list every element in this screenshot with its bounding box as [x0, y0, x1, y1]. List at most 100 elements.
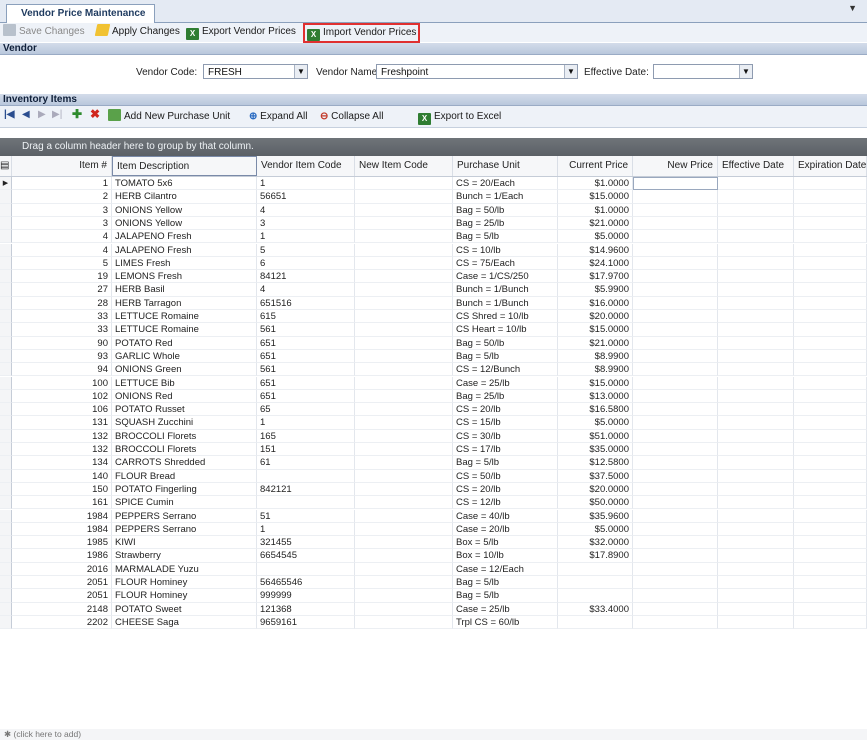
save-changes-button[interactable]: Save Changes: [3, 24, 85, 40]
expiration-date-cell[interactable]: [794, 443, 867, 457]
table-row[interactable]: 1984 PEPPERS Serrano 51 Case = 40/lb $35.960…: [0, 509, 867, 523]
new-price-cell[interactable]: [633, 429, 718, 443]
row-selector[interactable]: [0, 190, 12, 204]
current-price-cell[interactable]: $35.9600: [558, 509, 633, 523]
item-description-cell[interactable]: SPICE Cumin: [112, 496, 257, 510]
new-item-code-cell[interactable]: [355, 216, 453, 231]
group-by-panel[interactable]: Drag a column header here to group by th…: [0, 138, 867, 156]
item-number-cell[interactable]: 33: [12, 310, 112, 324]
effective-date-cell[interactable]: [718, 403, 794, 417]
item-description-cell[interactable]: BROCCOLI Florets: [112, 429, 257, 443]
current-price-cell[interactable]: [558, 589, 633, 603]
effective-date-cell[interactable]: [718, 336, 794, 350]
item-description-cell[interactable]: PEPPERS Serrano: [112, 522, 257, 537]
current-price-cell[interactable]: $15.0000: [558, 323, 633, 337]
item-number-cell[interactable]: 132: [12, 443, 112, 457]
table-row[interactable]: 2 HERB Cilantro 56651 Bunch = 1/Each $15.000…: [0, 190, 867, 204]
effective-date-cell[interactable]: [718, 283, 794, 297]
current-price-cell[interactable]: $5.0000: [558, 230, 633, 244]
row-selector[interactable]: [0, 562, 12, 576]
item-number-cell[interactable]: 4: [12, 243, 112, 257]
effective-date-cell[interactable]: [718, 310, 794, 324]
row-selector[interactable]: [0, 429, 12, 443]
row-selector[interactable]: [0, 443, 12, 457]
table-row[interactable]: 140 FLOUR Bread CS = 50/lb $37.5000: [0, 469, 867, 483]
table-row[interactable]: 33 LETTUCE Romaine 615 CS Shred = 10/lb $20.…: [0, 310, 867, 324]
new-price-cell[interactable]: [633, 190, 718, 204]
purchase-unit-cell[interactable]: CS = 17/lb: [453, 443, 558, 457]
table-row[interactable]: 134 CARROTS Shredded 61 Bag = 5/lb $12.5800: [0, 456, 867, 470]
item-number-cell[interactable]: 161: [12, 496, 112, 510]
effective-date-cell[interactable]: [718, 416, 794, 430]
item-number-cell[interactable]: 102: [12, 389, 112, 404]
new-price-cell[interactable]: [633, 349, 718, 364]
effective-date-cell[interactable]: [718, 389, 794, 404]
column-header-current-price[interactable]: Current Price: [558, 156, 633, 176]
expiration-date-cell[interactable]: [794, 216, 867, 231]
purchase-unit-cell[interactable]: CS = 50/lb: [453, 469, 558, 483]
effective-date-cell[interactable]: [718, 256, 794, 271]
collapse-all-button[interactable]: ⊖ Collapse All: [320, 109, 383, 125]
purchase-unit-cell[interactable]: CS = 20/lb: [453, 482, 558, 497]
new-price-cell[interactable]: [633, 296, 718, 310]
item-description-cell[interactable]: KIWI: [112, 536, 257, 550]
item-description-cell[interactable]: FLOUR Hominey: [112, 589, 257, 603]
column-header-item-number[interactable]: Item #: [12, 156, 112, 176]
vendor-item-code-cell[interactable]: 61: [257, 456, 355, 470]
new-item-code-cell[interactable]: [355, 615, 453, 630]
current-price-cell[interactable]: $1.0000: [558, 203, 633, 217]
vendor-item-code-cell[interactable]: 51: [257, 509, 355, 523]
new-item-code-cell[interactable]: [355, 376, 453, 390]
vendor-item-code-cell[interactable]: 561: [257, 363, 355, 377]
item-number-cell[interactable]: 140: [12, 469, 112, 483]
item-description-cell[interactable]: FLOUR Hominey: [112, 576, 257, 590]
effective-date-cell[interactable]: [718, 363, 794, 377]
vendor-item-code-cell[interactable]: 321455: [257, 536, 355, 550]
item-number-cell[interactable]: 4: [12, 230, 112, 244]
new-price-cell[interactable]: [633, 416, 718, 430]
table-row[interactable]: 28 HERB Tarragon 651516 Bunch = 1/Bunch $16.…: [0, 296, 867, 310]
new-price-cell[interactable]: [633, 376, 718, 390]
expiration-date-cell[interactable]: [794, 562, 867, 576]
new-price-cell[interactable]: [633, 509, 718, 523]
purchase-unit-cell[interactable]: Bag = 5/lb: [453, 456, 558, 470]
item-number-cell[interactable]: 2202: [12, 615, 112, 630]
new-price-cell[interactable]: [633, 363, 718, 377]
vendor-item-code-cell[interactable]: 651: [257, 336, 355, 350]
expiration-date-cell[interactable]: [794, 349, 867, 364]
new-price-cell[interactable]: [633, 602, 718, 616]
current-price-cell[interactable]: $17.9700: [558, 270, 633, 284]
current-price-cell[interactable]: $51.0000: [558, 429, 633, 443]
new-price-cell[interactable]: [633, 216, 718, 231]
current-price-cell[interactable]: $37.5000: [558, 469, 633, 483]
expiration-date-cell[interactable]: [794, 589, 867, 603]
expiration-date-cell[interactable]: [794, 615, 867, 630]
vendor-item-code-cell[interactable]: 165: [257, 429, 355, 443]
row-selector[interactable]: [0, 310, 12, 324]
new-item-code-cell[interactable]: [355, 589, 453, 603]
last-record-icon[interactable]: ▶|: [52, 109, 62, 120]
purchase-unit-cell[interactable]: Bag = 5/lb: [453, 576, 558, 590]
item-number-cell[interactable]: 90: [12, 336, 112, 350]
effective-date-cell[interactable]: [718, 443, 794, 457]
new-item-code-cell[interactable]: [355, 243, 453, 257]
purchase-unit-cell[interactable]: CS = 75/Each: [453, 256, 558, 271]
current-price-cell[interactable]: $15.0000: [558, 376, 633, 390]
table-row[interactable]: 2202 CHEESE Saga 9659161 Trpl CS = 60/lb: [0, 615, 867, 630]
chevron-down-icon[interactable]: ▼: [564, 65, 577, 78]
current-price-cell[interactable]: $21.0000: [558, 216, 633, 231]
row-selector[interactable]: [0, 615, 12, 630]
purchase-unit-cell[interactable]: Bunch = 1/Each: [453, 190, 558, 204]
expiration-date-cell[interactable]: [794, 310, 867, 324]
item-description-cell[interactable]: ONIONS Yellow: [112, 203, 257, 217]
new-price-cell[interactable]: [633, 589, 718, 603]
vendor-item-code-cell[interactable]: 999999: [257, 589, 355, 603]
item-description-cell[interactable]: HERB Cilantro: [112, 190, 257, 204]
effective-date-cell[interactable]: [718, 615, 794, 630]
expiration-date-cell[interactable]: [794, 429, 867, 443]
new-price-cell[interactable]: [633, 270, 718, 284]
table-row[interactable]: 102 ONIONS Red 651 Bag = 25/lb $13.0000: [0, 389, 867, 404]
item-number-cell[interactable]: 2051: [12, 589, 112, 603]
table-row[interactable]: 2051 FLOUR Hominey 56465546 Bag = 5/lb: [0, 576, 867, 590]
vendor-item-code-cell[interactable]: 1: [257, 177, 355, 191]
